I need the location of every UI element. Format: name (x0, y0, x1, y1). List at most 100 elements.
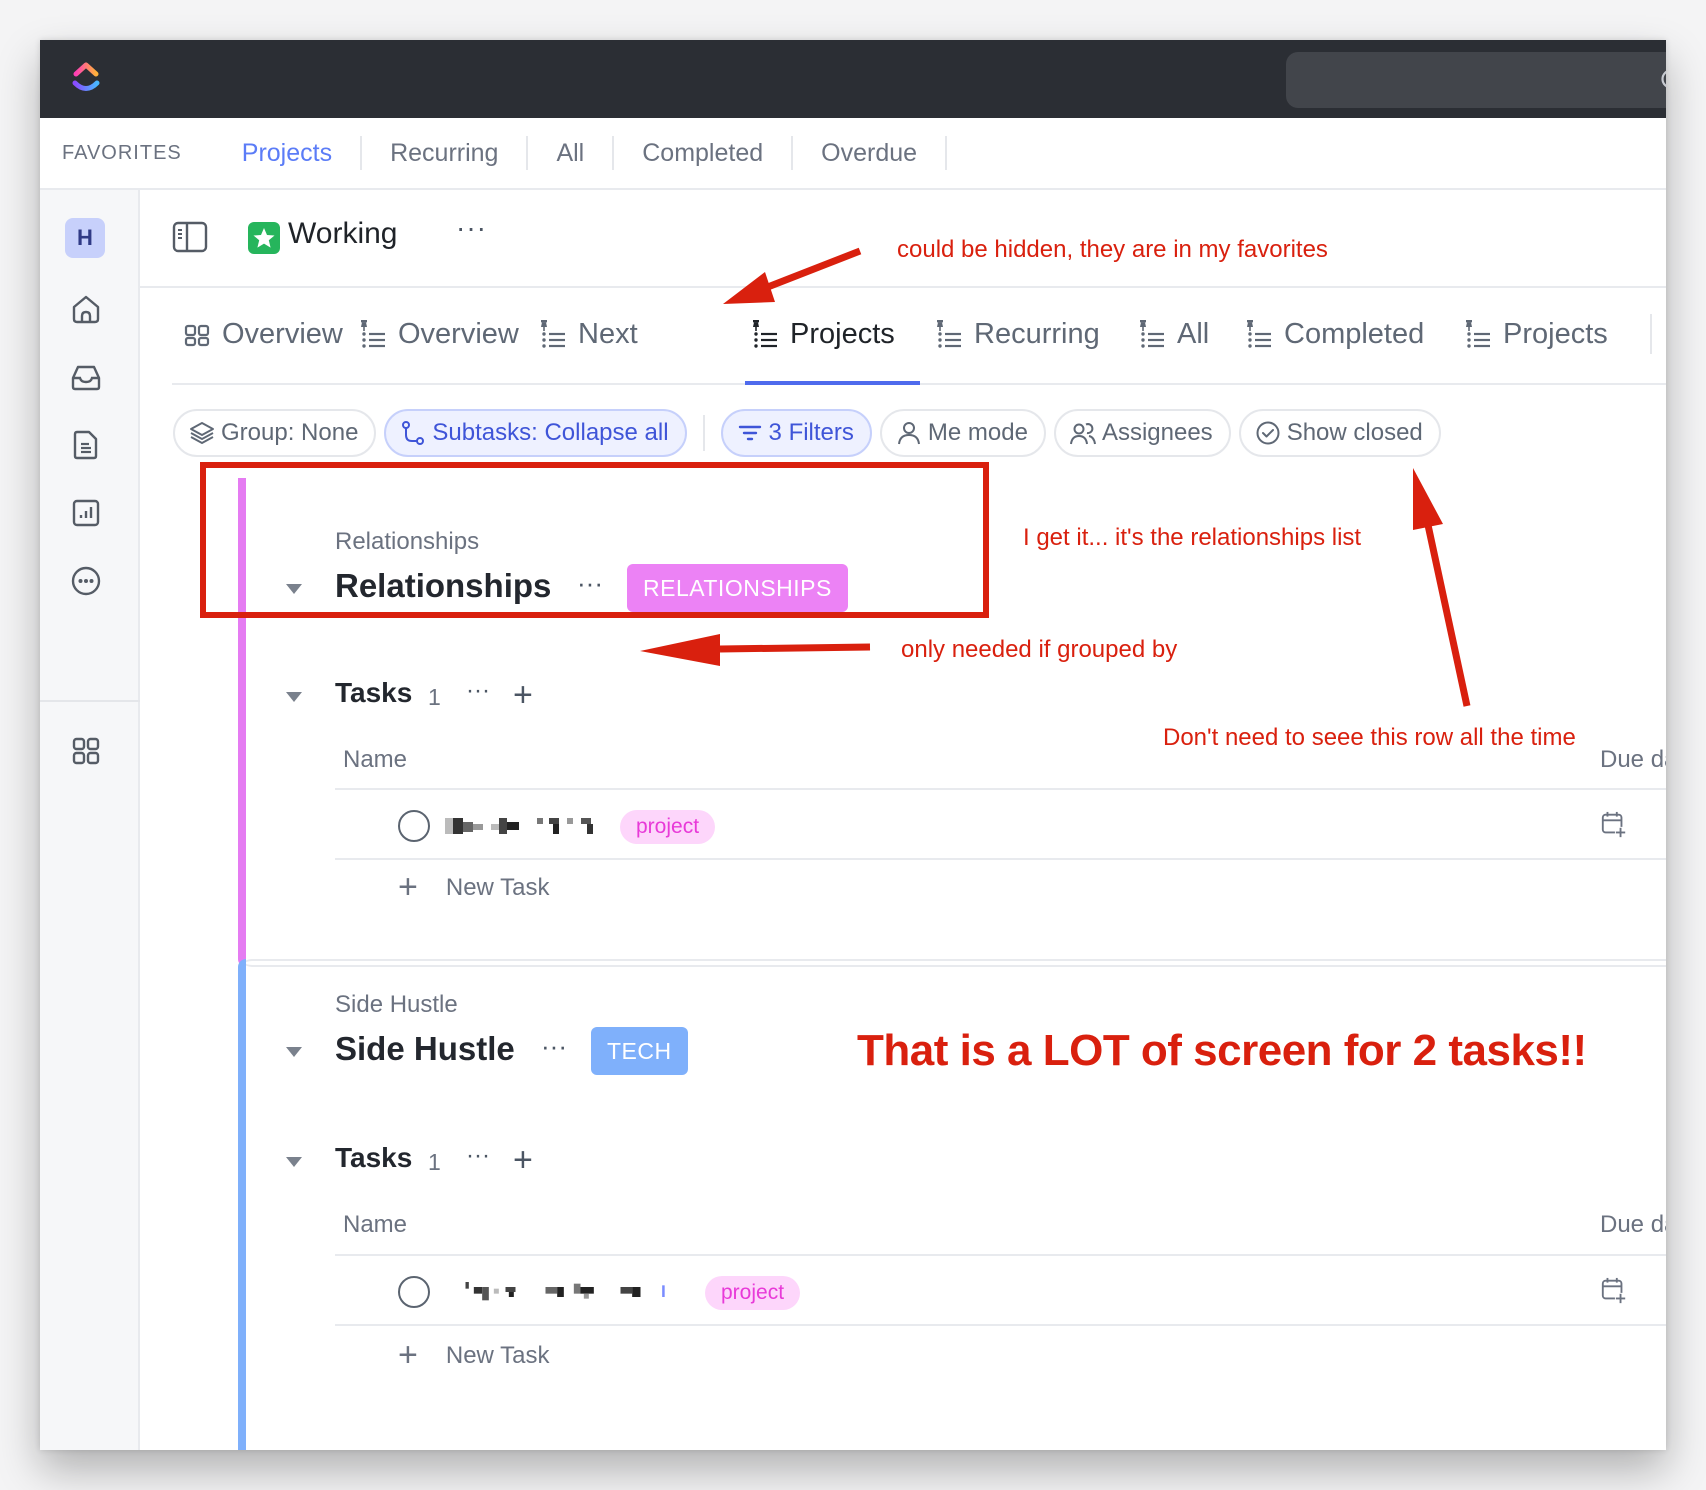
subtasks-button[interactable]: Subtasks: Collapse all (384, 409, 687, 457)
column-header-name[interactable]: Name (343, 746, 407, 774)
tab-overview-dashboard[interactable]: Overview (182, 318, 343, 351)
sidebar: H (40, 190, 140, 1450)
annotation-headline: That is a LOT of screen for 2 tasks!! (857, 1026, 1587, 1075)
collapse-caret-icon[interactable] (286, 1047, 302, 1057)
group-color-bar (238, 959, 246, 1450)
space-name[interactable]: Working (288, 217, 397, 251)
home-icon[interactable] (69, 292, 103, 326)
app-window: FAVORITES Projects Recurring All Complet… (40, 40, 1666, 1450)
task-group-more-button[interactable]: ··· (466, 1142, 490, 1170)
chip-label: Subtasks: Collapse all (432, 419, 669, 446)
new-task-button[interactable]: + New Task (398, 1336, 549, 1375)
dashboards-icon[interactable] (69, 496, 103, 530)
new-task-button[interactable]: + New Task (398, 868, 549, 907)
toolbar-divider (702, 415, 705, 451)
group-title[interactable]: Side Hustle (335, 1030, 515, 1068)
apps-icon[interactable] (69, 734, 103, 768)
pinned-list-icon (1138, 318, 1166, 349)
group-tag[interactable]: TECH (591, 1027, 688, 1075)
task-group-more-button[interactable]: ··· (466, 677, 490, 705)
docs-icon[interactable] (69, 428, 103, 462)
workspace-avatar[interactable]: H (65, 218, 105, 258)
pinned-list-icon (1245, 318, 1273, 349)
chip-label: Assignees (1101, 419, 1213, 446)
calendar-add-icon[interactable] (1600, 810, 1628, 840)
subtasks-icon (402, 421, 425, 445)
annotation-highlight-box (200, 462, 989, 618)
favorite-projects[interactable]: Projects (242, 136, 363, 170)
tab-all[interactable]: All (1137, 318, 1209, 351)
favorites-bar: FAVORITES Projects Recurring All Complet… (40, 118, 1666, 190)
grid-icon (184, 324, 210, 346)
assignees-button[interactable]: Assignees (1053, 409, 1231, 457)
task-tag[interactable]: project (620, 810, 716, 844)
filters-button[interactable]: 3 Filters (720, 409, 872, 457)
user-icon (897, 422, 920, 445)
chip-label: Me mode (927, 419, 1028, 446)
column-header-due-date[interactable]: Due date (1600, 746, 1666, 774)
tab-recurring[interactable]: Recurring (934, 318, 1100, 351)
tabs-divider (1650, 314, 1652, 354)
collapse-caret-icon[interactable] (286, 692, 302, 702)
tab-label: Recurring (974, 318, 1100, 350)
add-task-button[interactable]: + (513, 678, 533, 712)
search-box[interactable] (1286, 52, 1666, 108)
row-divider (335, 858, 1666, 860)
space-more-button[interactable]: ··· (456, 212, 487, 244)
tab-completed[interactable]: Completed (1244, 318, 1424, 351)
layers-icon (190, 422, 214, 444)
tab-projects[interactable]: Projects (750, 318, 895, 351)
tab-label: Next (578, 318, 638, 350)
task-count: 1 (428, 1149, 441, 1175)
pinned-list-icon (751, 318, 779, 349)
group-by-button[interactable]: Group: None (173, 409, 377, 457)
users-icon (1069, 423, 1096, 445)
pinned-list-icon (935, 318, 963, 349)
calendar-add-icon[interactable] (1600, 1276, 1628, 1306)
tab-next[interactable]: Next (538, 318, 638, 351)
view-tabs: Overview Overview Next Projects Recurrin… (172, 288, 1666, 385)
tab-overview-list[interactable]: Overview (358, 318, 519, 351)
task-group-title[interactable]: Tasks (335, 1142, 412, 1174)
favorite-all[interactable]: All (528, 136, 615, 170)
task-count: 1 (428, 684, 441, 710)
chip-label: Group: None (221, 419, 359, 446)
task-status-checkbox[interactable] (398, 1276, 430, 1308)
task-name-redacted[interactable] (445, 1282, 691, 1302)
chip-label: 3 Filters (768, 419, 854, 446)
row-divider (335, 1254, 1666, 1256)
favorite-recurring[interactable]: Recurring (362, 136, 529, 170)
group-more-button[interactable]: ··· (541, 1031, 567, 1062)
pinned-list-icon (359, 318, 387, 349)
new-task-label: New Task (445, 873, 550, 901)
clickup-logo-icon[interactable] (66, 58, 106, 98)
annotation-row-note: Don't need to seee this row all the time (1163, 724, 1576, 751)
tab-label: Projects (1503, 318, 1608, 350)
task-group-title[interactable]: Tasks (335, 677, 412, 709)
favorite-overdue[interactable]: Overdue (793, 136, 948, 170)
annotation-grouped-note: only needed if grouped by (901, 636, 1178, 663)
row-divider (335, 1324, 1666, 1326)
inbox-icon[interactable] (69, 360, 103, 394)
me-mode-button[interactable]: Me mode (879, 409, 1046, 457)
show-closed-button[interactable]: Show closed (1238, 409, 1441, 457)
tab-label: All (1177, 318, 1210, 350)
tab-label: Overview (398, 318, 519, 350)
task-status-checkbox[interactable] (398, 810, 430, 842)
task-tag[interactable]: project (705, 1276, 801, 1310)
favorite-completed[interactable]: Completed (614, 136, 794, 170)
sidebar-toggle-icon[interactable] (172, 220, 208, 254)
sidebar-divider (40, 700, 140, 702)
task-name-redacted[interactable] (445, 816, 607, 836)
add-task-button[interactable]: + (513, 1143, 533, 1177)
collapse-caret-icon[interactable] (286, 1157, 302, 1167)
search-icon[interactable] (1660, 68, 1666, 94)
check-circle-icon (1256, 421, 1280, 445)
more-icon[interactable] (69, 564, 103, 598)
tab-projects-2[interactable]: Projects (1463, 318, 1608, 351)
column-header-due-date[interactable]: Due date (1600, 1211, 1666, 1239)
toolbar-filters: Group: None Subtasks: Collapse all 3 Fil… (173, 409, 1441, 457)
tab-label: Completed (1284, 318, 1425, 350)
column-header-name[interactable]: Name (343, 1211, 407, 1239)
active-tab-indicator (745, 381, 920, 385)
